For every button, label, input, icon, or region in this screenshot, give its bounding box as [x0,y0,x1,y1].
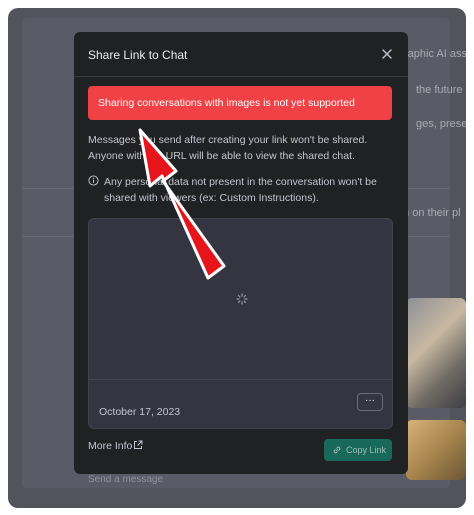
background-photo [406,298,466,408]
background-text-snippet: ges, present [416,118,466,130]
background-text-snippet: m on their pl [400,207,461,219]
preview-date: October 17, 2023 [99,406,181,418]
chat-preview: October 17, 2023 ··· [88,218,393,429]
copy-link-button[interactable]: Copy Link [324,439,392,461]
unsupported-images-alert: Sharing conversations with images is not… [88,86,392,120]
privacy-note-text: Any personal data not present in the con… [104,176,377,204]
dialog-header: Share Link to Chat [74,32,408,77]
copy-link-label: Copy Link [346,445,387,455]
dialog-title: Share Link to Chat [88,48,188,62]
more-info-link[interactable]: More Info [88,440,132,452]
background-text-snippet: raphic AI asse [404,48,466,60]
preview-divider [89,379,392,380]
share-link-dialog: Share Link to Chat Sharing conversations… [74,32,408,474]
spinner-icon [236,293,248,305]
close-button[interactable] [378,45,396,63]
link-icon [333,446,341,454]
more-options-button[interactable]: ··· [357,393,383,411]
alert-text: Sharing conversations with images is not… [98,97,355,109]
info-icon [88,175,99,186]
message-input-placeholder[interactable]: Send a message [88,474,163,485]
background-text-snippet: the future re [416,84,466,96]
close-icon [382,49,392,59]
background-photo [406,420,466,480]
share-description: Messages you send after creating your li… [88,134,368,162]
external-link-icon[interactable] [133,440,143,450]
